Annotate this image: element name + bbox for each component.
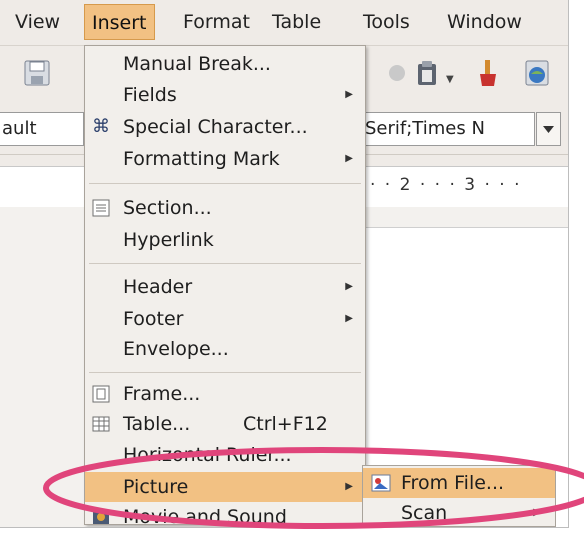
menu-item-label: Section...	[123, 197, 212, 219]
menu-item-label: Envelope...	[123, 338, 229, 360]
menu-insert[interactable]: Insert	[84, 4, 155, 40]
menu-item-label: Header	[123, 276, 193, 298]
ruler-ticks: · · 2 · · · 3 · · ·	[370, 175, 522, 195]
menu-table[interactable]: Table	[265, 4, 328, 40]
menu-separator	[89, 372, 361, 373]
menu-item-frame[interactable]: Frame...	[85, 379, 365, 409]
menu-item-label: Fields	[123, 84, 177, 106]
submenu-item-scan[interactable]: Scan ▶	[363, 498, 555, 527]
menu-item-table[interactable]: Table... Ctrl+F12	[85, 409, 365, 439]
web-icon[interactable]	[522, 58, 552, 88]
menu-item-movie-and-sound[interactable]: Movie and Sound	[85, 502, 365, 528]
paragraph-style-field[interactable]: ault	[0, 112, 84, 146]
menu-item-footer[interactable]: Footer ▶	[85, 304, 365, 334]
font-name-dropdown-button[interactable]	[536, 112, 561, 146]
menu-item-special-character[interactable]: ⌘ Special Character...	[85, 112, 365, 142]
menu-format[interactable]: Format	[176, 4, 257, 40]
menu-item-label: Formatting Mark	[123, 148, 280, 170]
picture-submenu: From File... Scan ▶	[362, 465, 556, 527]
special-character-icon: ⌘	[92, 116, 110, 137]
submenu-item-label: From File...	[401, 472, 505, 494]
menu-item-shortcut: Ctrl+F12	[243, 413, 328, 435]
menu-separator	[89, 263, 361, 264]
image-file-icon	[371, 474, 391, 492]
menu-item-hyperlink[interactable]: Hyperlink	[85, 225, 365, 255]
menu-item-envelope[interactable]: Envelope...	[85, 334, 365, 364]
submenu-arrow-icon: ▶	[345, 153, 353, 164]
table-icon	[92, 416, 110, 432]
movie-icon	[93, 511, 109, 524]
menu-item-label: Manual Break...	[123, 53, 271, 75]
menu-item-label: Table...	[123, 413, 191, 435]
menu-item-label: Special Character...	[123, 116, 308, 138]
section-icon	[92, 199, 110, 217]
menu-separator	[89, 183, 361, 184]
submenu-arrow-icon: ▶	[345, 313, 353, 324]
menu-item-fields[interactable]: Fields ▶	[85, 80, 365, 110]
submenu-arrow-icon: ▶	[345, 89, 353, 100]
menu-item-picture[interactable]: Picture ▶	[85, 472, 365, 502]
copy-icon[interactable]	[385, 58, 415, 88]
app-window: View Insert Format Table Tools Window ▼	[0, 0, 569, 528]
frame-icon	[92, 385, 110, 403]
menu-view[interactable]: View	[8, 4, 67, 40]
submenu-arrow-icon: ▶	[345, 281, 353, 292]
clone-formatting-icon[interactable]	[472, 58, 502, 88]
insert-menu: Manual Break... Fields ▶ ⌘ Special Chara…	[84, 45, 366, 528]
save-icon[interactable]	[22, 58, 52, 88]
menu-item-label: Movie and Sound	[123, 506, 287, 528]
menu-item-horizontal-ruler[interactable]: Horizontal Ruler...	[85, 440, 365, 470]
font-name-field[interactable]: Serif;Times N	[360, 112, 535, 146]
submenu-item-from-file[interactable]: From File...	[363, 468, 555, 498]
submenu-arrow-icon: ▶	[345, 481, 353, 492]
menu-tools[interactable]: Tools	[356, 4, 417, 40]
menu-item-label: Footer	[123, 308, 184, 330]
menu-item-label: Hyperlink	[123, 229, 214, 251]
menu-item-label: Frame...	[123, 383, 201, 405]
menu-item-header[interactable]: Header ▶	[85, 272, 365, 302]
menu-bar: View Insert Format Table Tools Window	[0, 0, 568, 46]
submenu-item-label: Scan	[401, 502, 448, 524]
paste-icon[interactable]	[412, 58, 442, 88]
menu-item-label: Horizontal Ruler...	[123, 444, 292, 466]
menu-item-formatting-mark[interactable]: Formatting Mark ▶	[85, 144, 365, 174]
submenu-arrow-icon: ▶	[533, 507, 541, 518]
chevron-down-icon	[543, 126, 554, 133]
menu-item-section[interactable]: Section...	[85, 193, 365, 223]
menu-item-label: Picture	[123, 476, 189, 498]
menu-item-manual-break[interactable]: Manual Break...	[85, 49, 365, 79]
menu-window[interactable]: Window	[440, 4, 529, 40]
paste-dropdown-icon[interactable]: ▼	[446, 74, 454, 85]
